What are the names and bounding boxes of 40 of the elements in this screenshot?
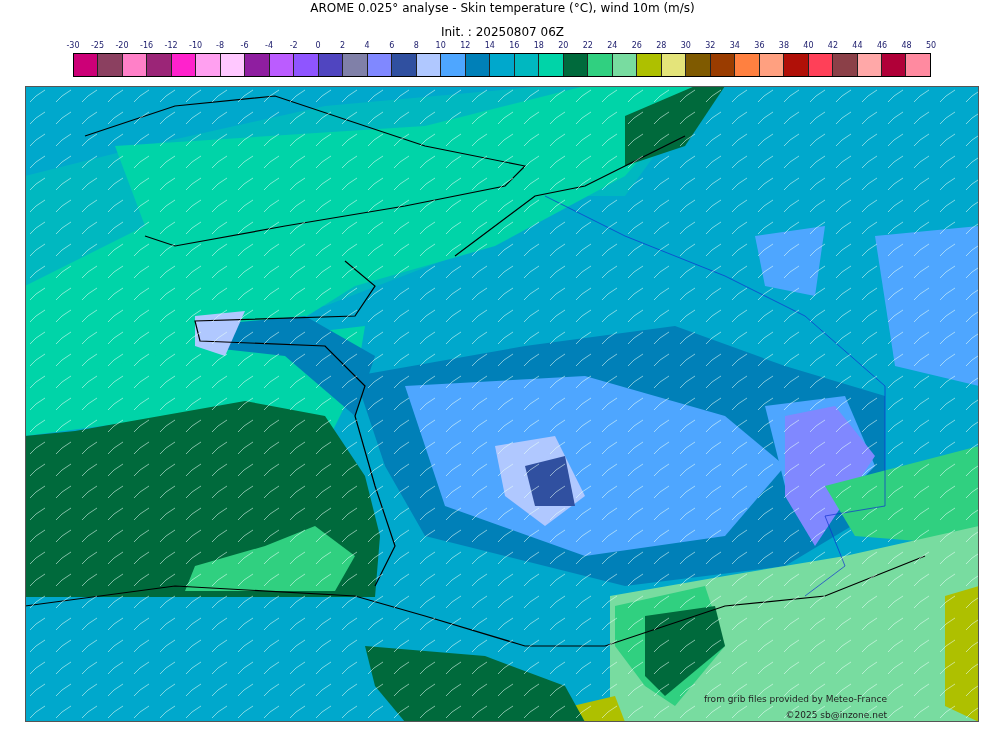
tick-label: 46 [876, 40, 888, 52]
tick-label: 34 [729, 40, 740, 52]
tick-label: -10 [189, 40, 203, 52]
tick-label: -2 [289, 40, 298, 52]
tick-label: 2 [340, 40, 346, 52]
tick-label: -30 [66, 40, 80, 52]
tick-label: 28 [656, 40, 667, 52]
tick-label: -6 [240, 40, 249, 52]
tick-label: 36 [754, 40, 765, 52]
tick-label: 44 [852, 40, 863, 52]
tick-label: 6 [389, 40, 395, 52]
tick-label: 20 [558, 40, 569, 52]
tick-label: 50 [925, 40, 937, 52]
tick-label: -20 [115, 40, 129, 52]
tick-label: 32 [705, 40, 716, 52]
tick-label: 26 [631, 40, 642, 52]
tick-label: 0 [315, 40, 321, 52]
tick-label: 24 [607, 40, 618, 52]
chart-title: AROME 0.025° analyse - Skin temperature (°C), wind 10m (m/s) [309, 0, 696, 16]
tick-label: 4 [364, 40, 370, 52]
chart-subtitle: Init. : 20250807 06Z [439, 24, 566, 40]
tick-label: 42 [827, 40, 839, 52]
copyright-text: ©2025 sb@inzone.net [785, 710, 887, 720]
tick-label: 22 [582, 40, 593, 52]
credit-text: from grib files provided by Meteo-France [703, 694, 887, 704]
tick-label: 48 [901, 40, 912, 52]
tick-label: 10 [435, 40, 446, 52]
tick-label: 16 [509, 40, 520, 52]
tick-label: -25 [90, 40, 105, 52]
tick-label: 40 [803, 40, 814, 52]
tick-label: 38 [778, 40, 789, 52]
tick-label: 18 [533, 40, 544, 52]
tick-label: 30 [680, 40, 691, 52]
tick-label: 14 [484, 40, 495, 52]
tick-label: -4 [265, 40, 274, 52]
tick-label: -12 [164, 40, 178, 52]
tick-label: -16 [140, 40, 154, 52]
tick-label: 8 [413, 40, 419, 52]
tick-label: 12 [460, 40, 471, 52]
tick-label: -8 [216, 40, 225, 52]
